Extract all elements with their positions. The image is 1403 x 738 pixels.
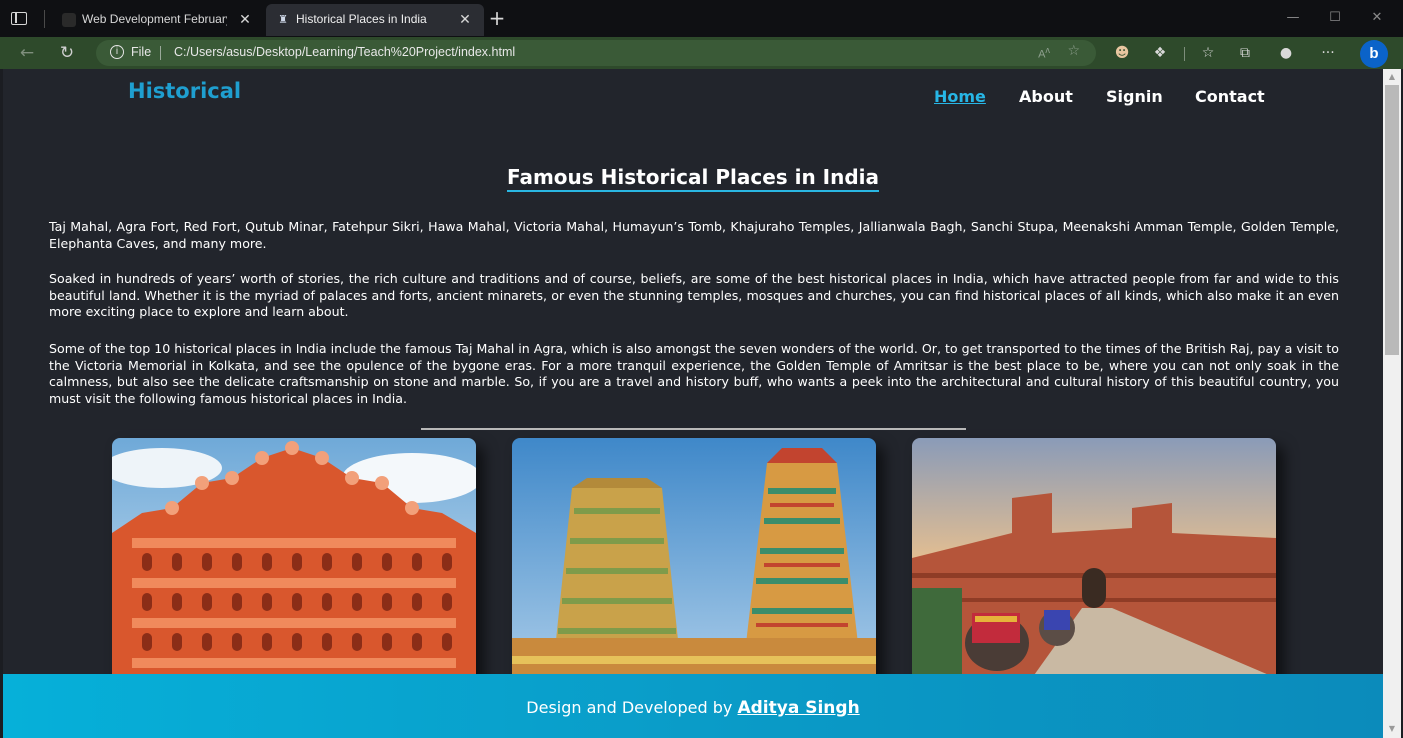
maximize-icon[interactable]: ☐ [1320,8,1350,28]
minimize-icon[interactable]: — [1278,8,1308,28]
footer-credit: Design and Developed by Aditya Singh [3,698,1383,718]
url-text[interactable]: C:/Users/asus/Desktop/Learning/Teach%20P… [174,45,515,59]
tab-close-icon[interactable]: ✕ [236,10,254,28]
page-viewport: Historical Home About Signin Contact Fam… [3,69,1383,738]
scroll-down-icon[interactable]: ▼ [1387,724,1397,734]
bing-copilot-icon[interactable]: b [1360,40,1388,68]
top-places-paragraph: Some of the top 10 historical places in … [49,341,1339,406]
site-footer: Design and Developed by Aditya Singh [3,674,1383,738]
address-divider [160,46,161,60]
intro-paragraph: Taj Mahal, Agra Fort, Red Fort, Qutub Mi… [49,219,1339,251]
footer-prefix: Design and Developed by [526,698,733,717]
hawa-mahal-image [112,438,476,678]
page-heading-text: Famous Historical Places in India [506,165,880,192]
nav-signin-link[interactable]: Signin [1106,87,1163,106]
tab-title: Historical Places in India [296,12,427,26]
footer-author-link[interactable]: Aditya Singh [737,698,859,718]
collections-icon[interactable]: ⧉ [1235,43,1255,63]
tab-favicon-icon: ♜ [278,14,288,26]
page-heading: Famous Historical Places in India [3,165,1383,192]
add-favorite-icon[interactable]: ☆ [1067,43,1080,59]
address-bar[interactable]: i File C:/Users/asus/Desktop/Learning/Te… [96,40,1096,66]
tab-favicon-icon [62,13,76,27]
tab-title: Web Development February_202 [82,12,227,26]
scheme-label: File [131,45,152,59]
nav-about-link[interactable]: About [1019,87,1073,106]
scrollbar-thumb[interactable] [1385,85,1399,355]
more-options-icon[interactable]: ··· [1318,43,1338,63]
tab-divider [44,10,45,28]
close-window-icon[interactable]: ✕ [1362,8,1392,28]
new-tab-icon[interactable]: + [486,8,508,30]
tab-strip: Web Development February_202 ✕ ♜ Histori… [0,0,1403,37]
toolbar-divider [1184,47,1185,61]
tab-web-development[interactable]: Web Development February_202 ✕ [52,4,264,36]
back-icon[interactable]: ← [16,42,38,64]
refresh-icon[interactable]: ↻ [56,42,78,64]
profile-avatar-icon[interactable]: ● [1276,43,1296,63]
nav-home-link[interactable]: Home [934,87,986,106]
section-divider [421,428,966,430]
scroll-up-icon[interactable]: ▲ [1387,72,1397,82]
site-logo[interactable]: Historical [128,79,241,103]
favorites-icon[interactable]: ☆ [1198,43,1218,63]
tab-actions-icon[interactable] [8,8,30,30]
culture-paragraph: Soaked in hundreds of years’ worth of st… [49,271,1339,319]
page-scrollbar[interactable]: ▲ ▼ [1383,69,1401,738]
tab-close-icon[interactable]: ✕ [456,10,474,28]
nav-contact-link[interactable]: Contact [1195,87,1265,106]
read-aloud-icon[interactable]: Aʌ [1038,45,1050,61]
tab-historical-places[interactable]: ♜ Historical Places in India ✕ [266,4,484,36]
agra-fort-image [912,438,1276,678]
extension-icon[interactable]: ☻ [1112,43,1132,63]
meenakshi-temple-image [512,438,876,678]
browser-essentials-icon[interactable]: ❖ [1150,43,1170,63]
browser-toolbar: ← ↻ i File C:/Users/asus/Desktop/Learnin… [0,37,1403,69]
browser-window: Web Development February_202 ✕ ♜ Histori… [0,0,1403,738]
site-info-icon[interactable]: i [110,45,124,59]
